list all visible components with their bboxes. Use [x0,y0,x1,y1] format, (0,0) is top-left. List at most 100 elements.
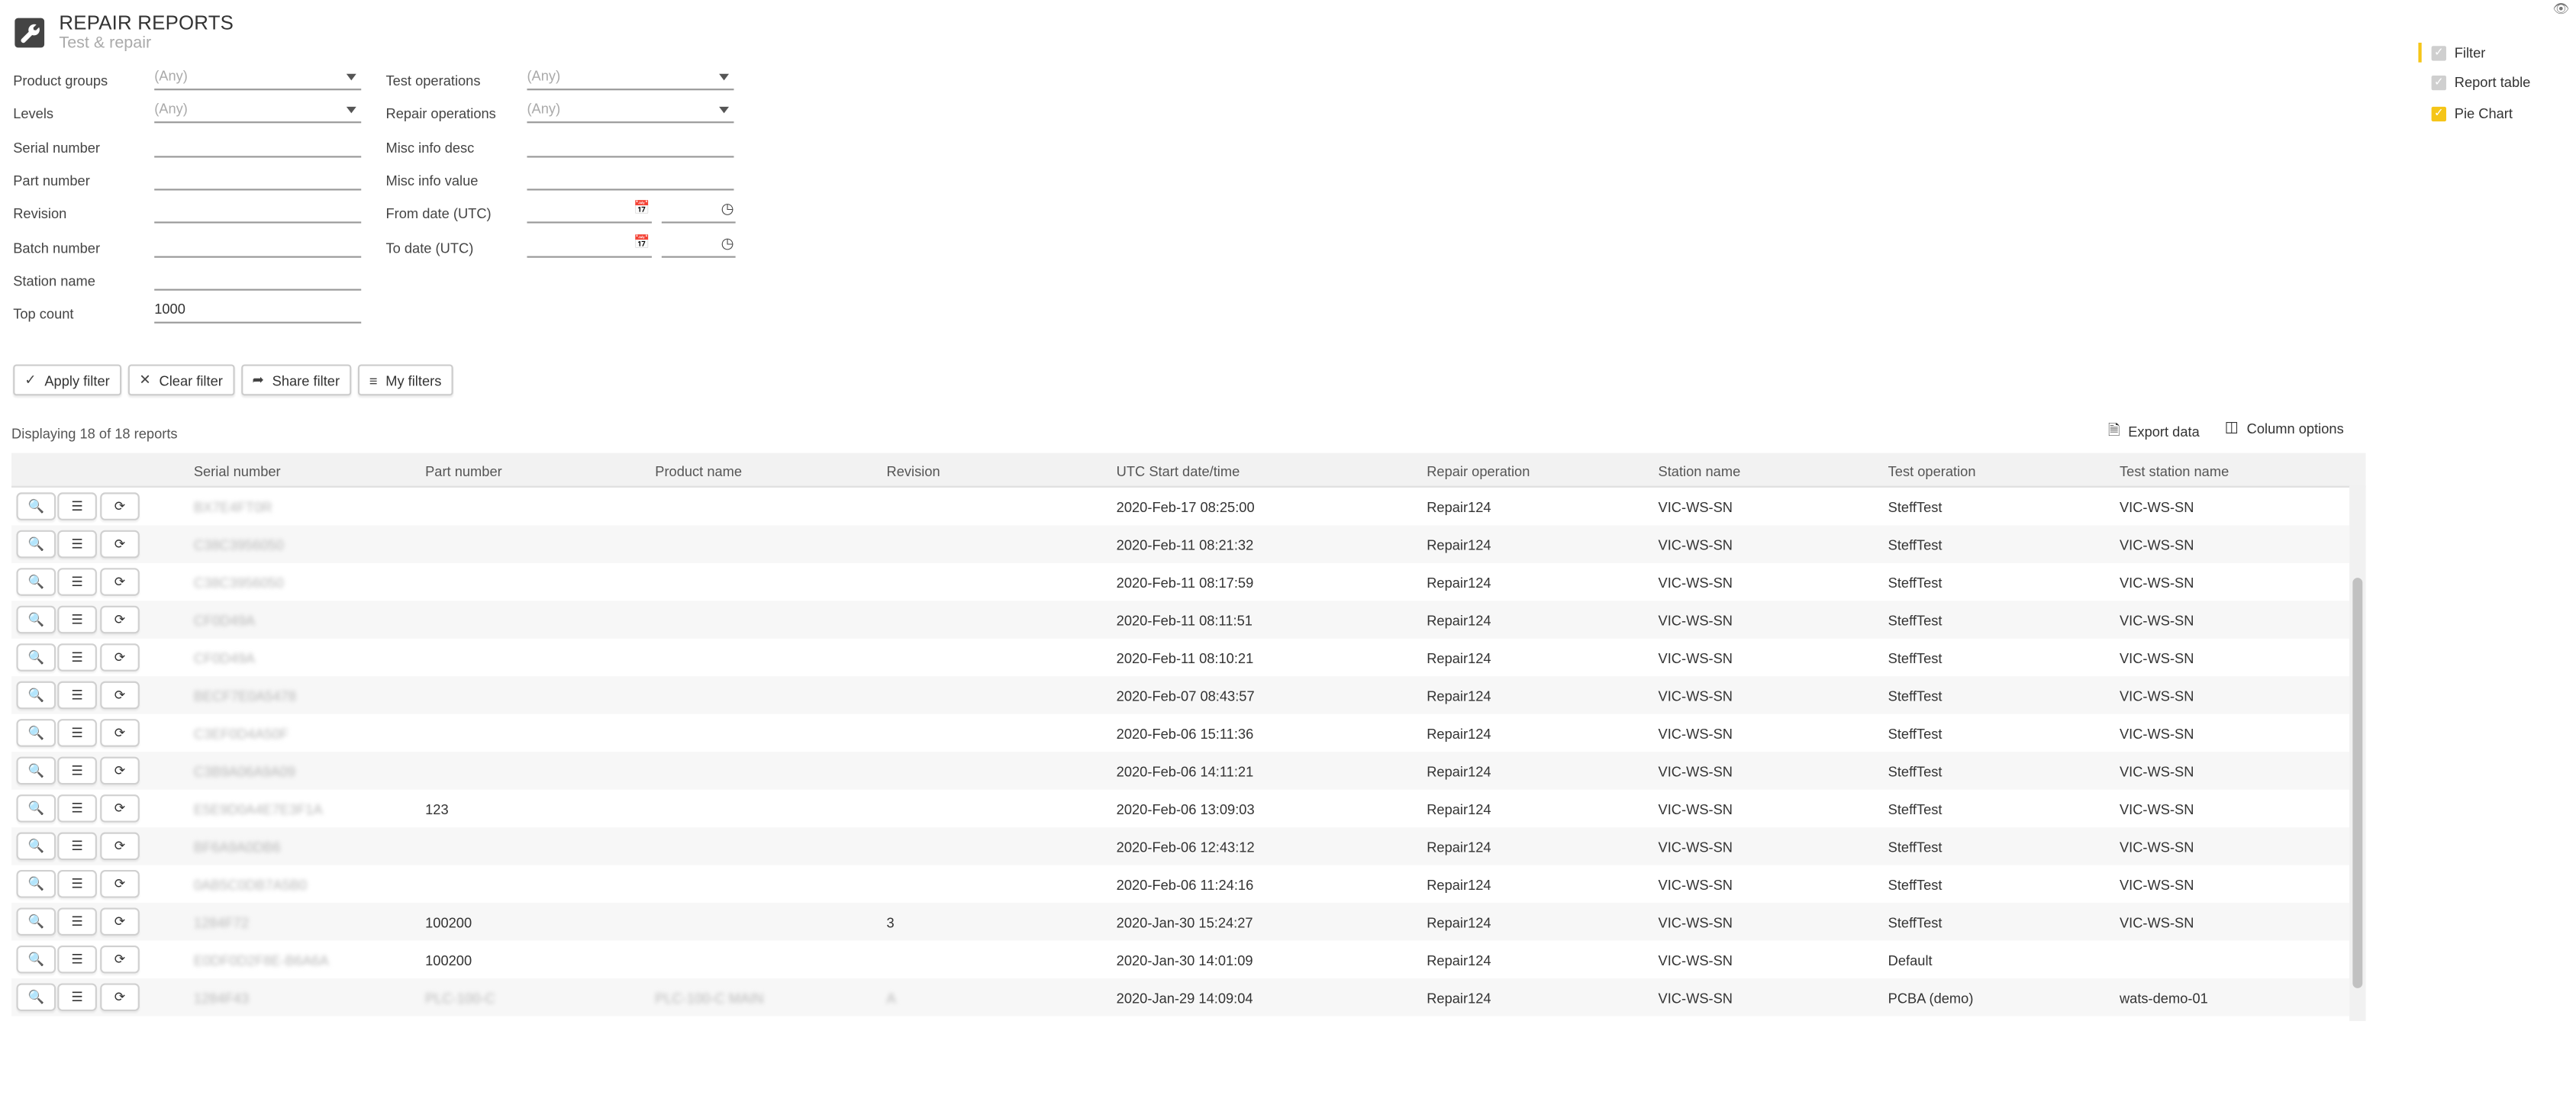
chevron-down-icon[interactable] [719,73,730,81]
table-row[interactable]: 🔍 ☰ ⟳ CF0D49A 2020-Feb-11 08:10:21 Repair124 V… [11,639,2349,676]
table-row[interactable]: 🔍 ☰ ⟳ C3B9A06A9A09 2020-Feb-06 14:11:21 Repai… [11,752,2350,790]
view-report-button[interactable]: 🔍 [16,983,56,1012]
column-header-revision[interactable]: Revision [887,463,940,480]
view-report-button[interactable]: 🔍 [16,870,56,898]
export-data-button[interactable]: 🗎 Export data [2108,419,2200,445]
analyze-button[interactable]: ⟳ [100,530,140,559]
analyze-button[interactable]: ⟳ [100,605,140,634]
table-row[interactable]: 🔍 ☰ ⟳ BECF7E0A5478 2020-Feb-07 08:43:57 Repai… [11,676,2350,714]
product-groups-select[interactable]: (Any) [154,67,362,91]
view-report-button[interactable]: 🔍 [16,492,56,520]
share-filter-button[interactable]: ➦ Share filter [240,364,352,396]
clear-filter-button[interactable]: ✕ Clear filter [127,364,234,396]
details-button[interactable]: ☰ [57,794,97,823]
misc-info-desc-input[interactable] [527,134,734,157]
analyze-button[interactable]: ⟳ [100,983,140,1012]
details-button[interactable]: ☰ [57,907,97,936]
column-header-test-operation[interactable]: Test operation [1888,463,1976,480]
chevron-down-icon[interactable] [346,73,356,81]
top-count-input[interactable]: 1000 [154,301,362,324]
panel-toggle-filter[interactable]: ✓ Filter [2418,42,2485,63]
table-row[interactable]: 🔍 ☰ ⟳ C38C3956050 2020-Feb-11 08:17:59 Repair… [11,563,2349,601]
table-row[interactable]: 🔍 ☰ ⟳ CF0D49A 2020-Feb-11 08:11:51 Repair124 V… [11,601,2350,639]
analyze-button[interactable]: ⟳ [100,870,140,898]
test-operations-select[interactable]: (Any) [527,67,734,91]
panel-toggle-pie-chart[interactable]: ✓ Pie Chart [2418,104,2513,124]
view-report-button[interactable]: 🔍 [16,832,56,861]
checkbox-icon[interactable]: ✓ [2431,105,2446,121]
details-button[interactable]: ☰ [57,681,97,710]
visibility-icon[interactable]: 👁 [2552,2,2569,16]
column-header-serial-number[interactable]: Serial number [194,463,281,480]
view-report-button[interactable]: 🔍 [16,605,56,634]
calendar-icon[interactable]: 📅 [634,234,650,249]
table-row[interactable]: 🔍 ☰ ⟳ E0DF0D2F8E-B6A6A 100200 2020-Jan-30 14:… [11,941,2349,978]
analyze-button[interactable]: ⟳ [100,492,140,520]
levels-select[interactable]: (Any) [154,101,362,124]
table-row[interactable]: 🔍 ☰ ⟳ C38C3956050 2020-Feb-11 08:21:32 Repair… [11,525,2350,563]
details-button[interactable]: ☰ [57,643,97,672]
analyze-button[interactable]: ⟳ [100,568,140,596]
from-date-utc-date-field[interactable]: 📅 [527,201,652,224]
analyze-button[interactable]: ⟳ [100,719,140,747]
part-number-input[interactable] [154,167,362,191]
checkbox-icon[interactable]: ✓ [2431,45,2446,60]
my-filters-button[interactable]: ≡ My filters [357,364,453,396]
column-header-product-name[interactable]: Product name [655,463,742,480]
analyze-button[interactable]: ⟳ [100,643,140,672]
details-button[interactable]: ☰ [57,605,97,634]
column-header-station-name[interactable]: Station name [1659,463,1741,480]
details-button[interactable]: ☰ [57,756,97,785]
serial-number-input[interactable] [154,134,362,157]
calendar-icon[interactable]: 📅 [634,201,650,215]
column-header-repair-operation[interactable]: Repair operation [1427,463,1530,480]
column-header-part-number[interactable]: Part number [425,463,502,480]
apply-filter-button[interactable]: ✓ Apply filter [13,364,121,396]
checkbox-icon[interactable]: ✓ [2431,74,2446,90]
view-report-button[interactable]: 🔍 [16,530,56,559]
analyze-button[interactable]: ⟳ [100,832,140,861]
station-name-input[interactable] [154,267,362,291]
to-date-utc-time-field[interactable]: ◷ [661,234,736,257]
analyze-button[interactable]: ⟳ [100,681,140,710]
analyze-button[interactable]: ⟳ [100,794,140,823]
revision-input[interactable] [154,201,362,224]
from-date-utc-time-field[interactable]: ◷ [661,201,736,224]
details-button[interactable]: ☰ [57,983,97,1012]
table-row[interactable]: 🔍 ☰ ⟳ E5E9D0A4E7E3F1A 123 2020-Feb-06 13:09:0… [11,790,2349,827]
table-row[interactable]: 🔍 ☰ ⟳ 1284F43 PLC-100-C PLC-100-C MAIN A 2020-J… [11,978,2350,1017]
analyze-button[interactable]: ⟳ [100,945,140,974]
clock-icon[interactable]: ◷ [721,234,734,253]
view-report-button[interactable]: 🔍 [16,794,56,823]
column-header-start-date[interactable]: UTC Start date/time [1117,463,1240,480]
column-options-button[interactable]: ◫ Column options [2225,419,2344,437]
column-header-test-station-name[interactable]: Test station name [2120,463,2229,480]
details-button[interactable]: ☰ [57,719,97,747]
details-button[interactable]: ☰ [57,568,97,596]
table-row[interactable]: 🔍 ☰ ⟳ 1284F72 100200 3 2020-Jan-30 15:24:27 Rep… [11,903,2350,941]
scrollbar-thumb[interactable] [2352,578,2363,988]
batch-number-input[interactable] [154,234,362,257]
table-row[interactable]: 🔍 ☰ ⟳ C3EF0D4A50F 2020-Feb-06 15:11:36 Repair… [11,714,2349,752]
view-report-button[interactable]: 🔍 [16,719,56,747]
to-date-utc-date-field[interactable]: 📅 [527,234,652,257]
view-report-button[interactable]: 🔍 [16,643,56,672]
table-row[interactable]: 🔍 ☰ ⟳ BF6A9A0DB6 2020-Feb-06 12:43:12 Repair1… [11,827,2350,865]
panel-toggle-report-table[interactable]: ✓ Report table [2418,72,2530,92]
analyze-button[interactable]: ⟳ [100,756,140,785]
details-button[interactable]: ☰ [57,832,97,861]
clock-icon[interactable]: ◷ [721,201,734,219]
details-button[interactable]: ☰ [57,870,97,898]
misc-info-value-input[interactable] [527,167,734,191]
table-row[interactable]: 🔍 ☰ ⟳ BX7E4FT0R 2020-Feb-17 08:25:00 Repair12… [11,488,2349,525]
table-scrollbar[interactable] [2349,485,2366,1021]
details-button[interactable]: ☰ [57,530,97,559]
repair-operations-select[interactable]: (Any) [527,101,734,124]
table-row[interactable]: 🔍 ☰ ⟳ 0AB5C0DB7A5B0 2020-Feb-06 11:24:16 Repa… [11,865,2349,903]
details-button[interactable]: ☰ [57,492,97,520]
view-report-button[interactable]: 🔍 [16,907,56,936]
view-report-button[interactable]: 🔍 [16,568,56,596]
chevron-down-icon[interactable] [719,107,730,114]
view-report-button[interactable]: 🔍 [16,681,56,710]
chevron-down-icon[interactable] [346,107,356,114]
